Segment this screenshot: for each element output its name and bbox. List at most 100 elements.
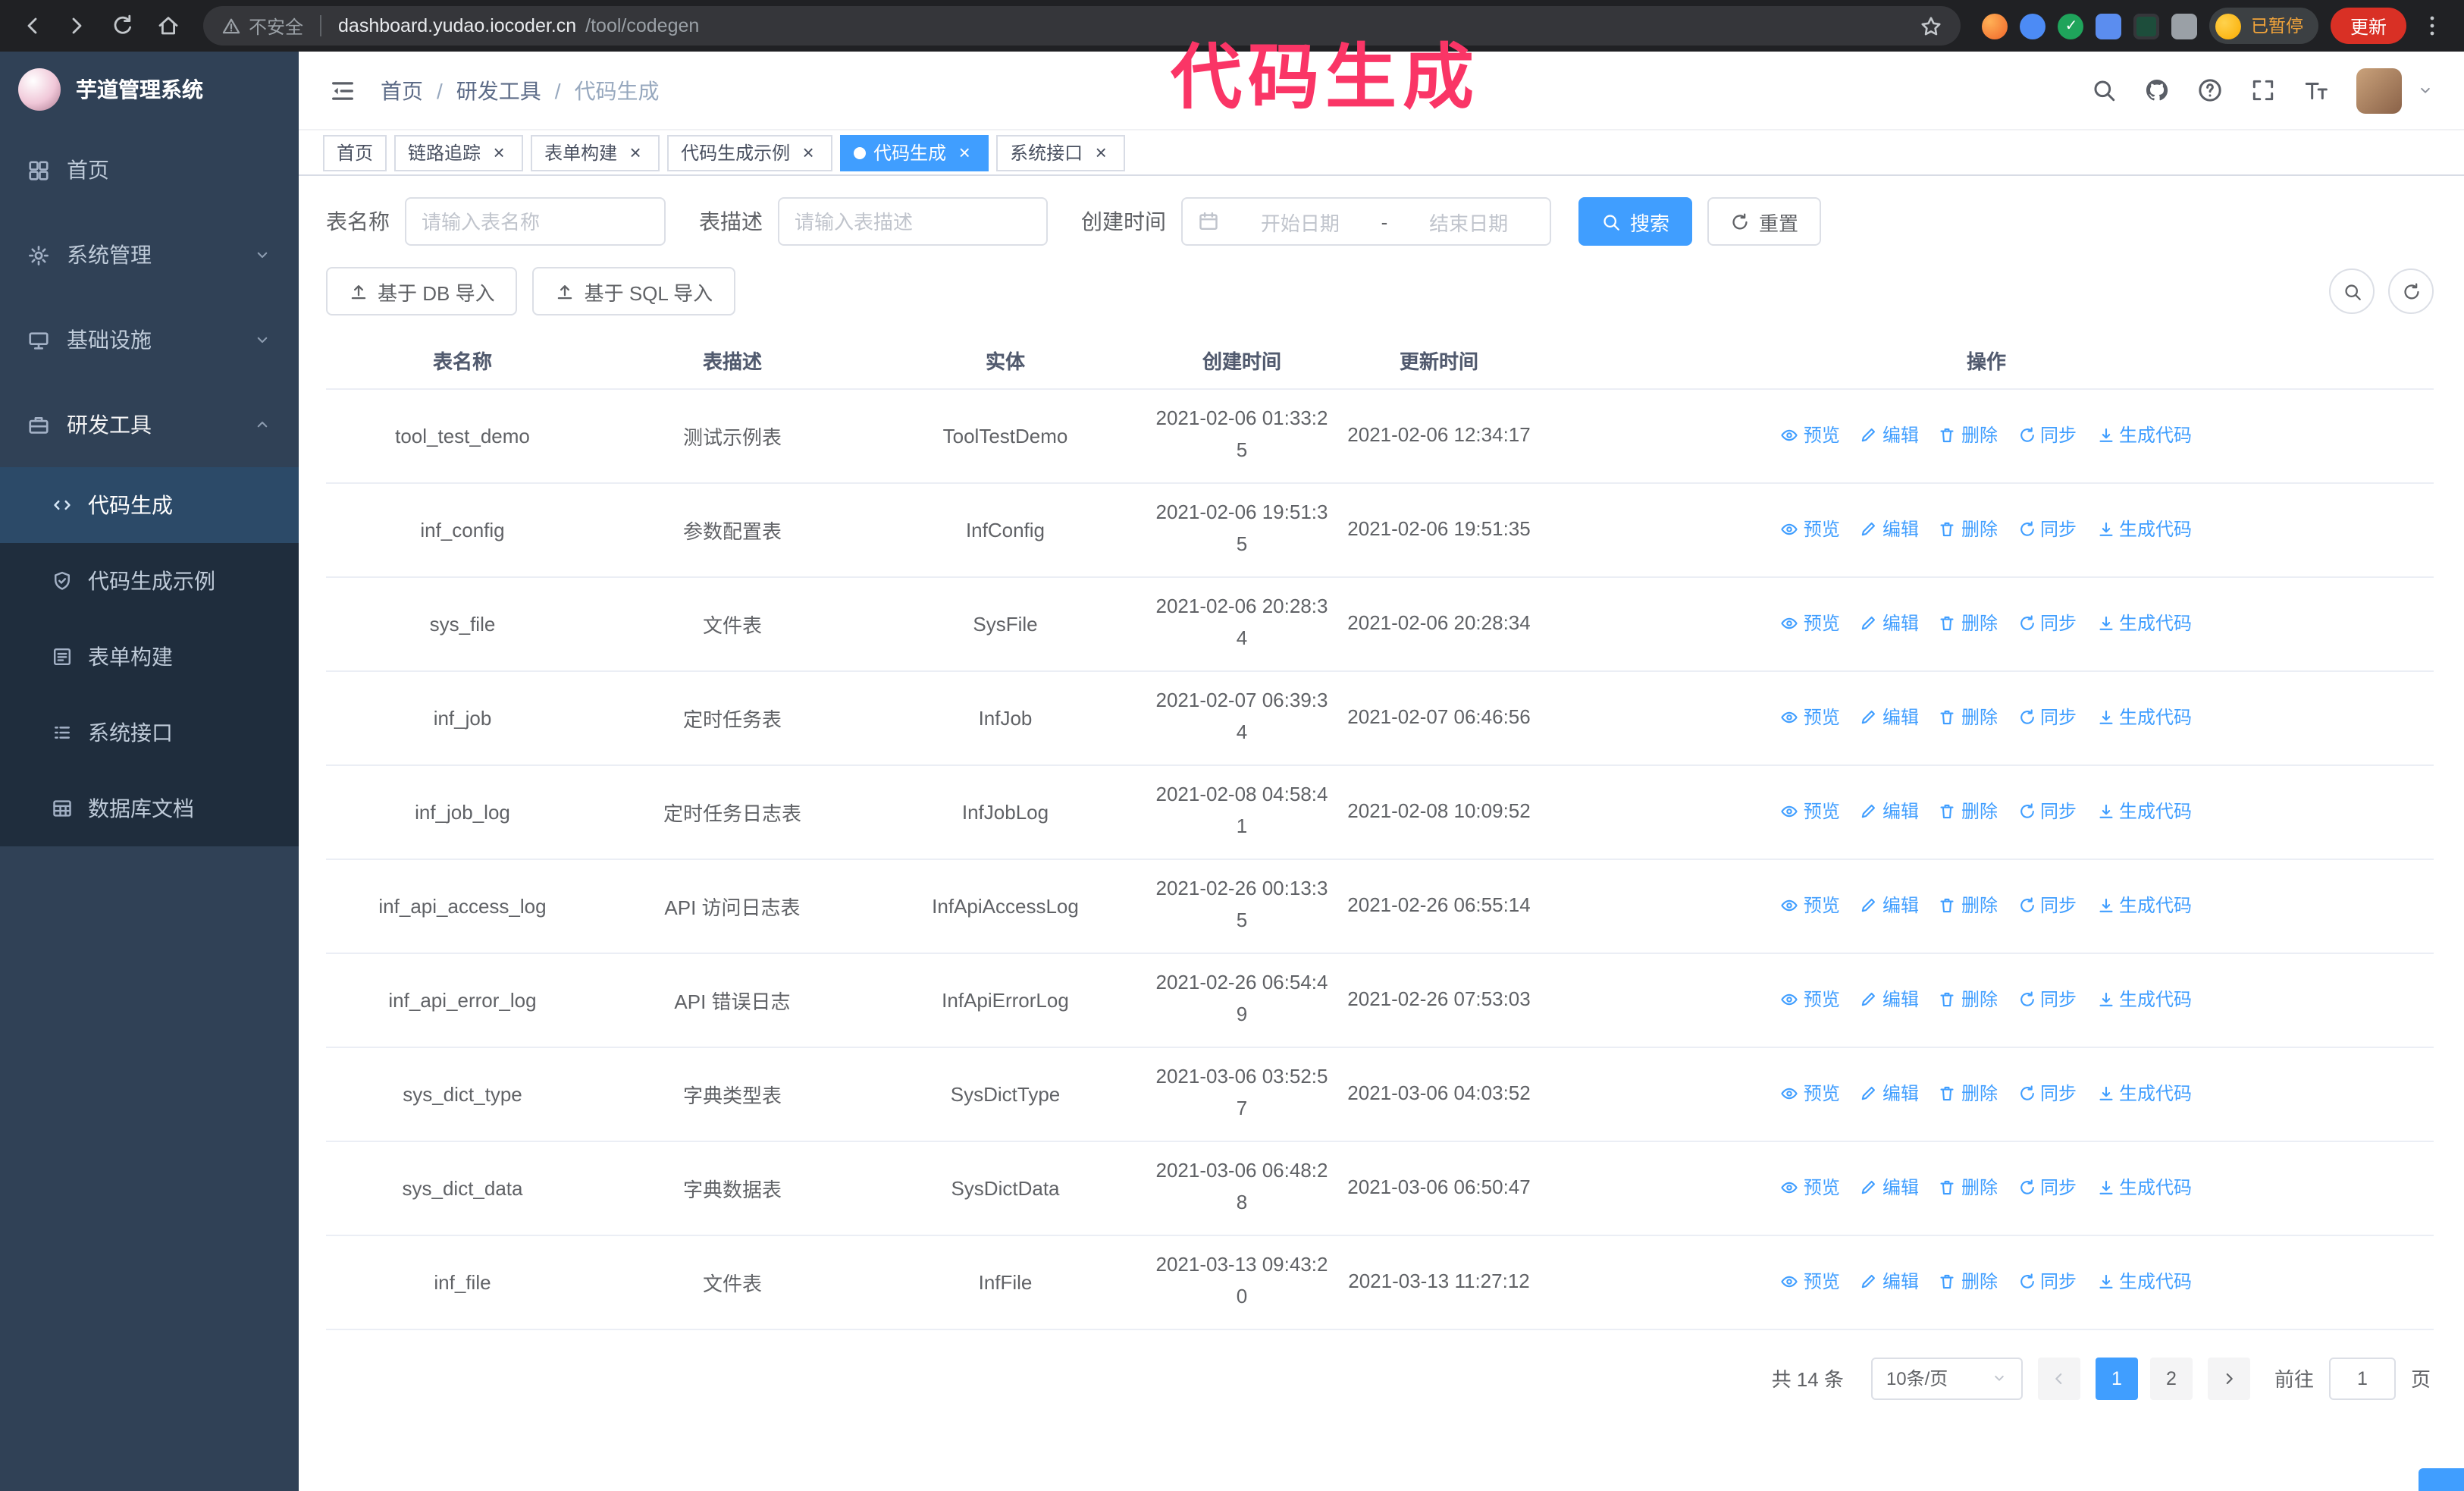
action-preview[interactable]: 预览: [1781, 516, 1840, 542]
action-generate[interactable]: 生成代码: [2096, 705, 2192, 730]
action-preview[interactable]: 预览: [1781, 422, 1840, 448]
close-tab-icon[interactable]: ×: [1090, 142, 1111, 163]
page-button-2[interactable]: 2: [2149, 1357, 2193, 1399]
action-edit[interactable]: 编辑: [1860, 893, 1919, 918]
extension-icon[interactable]: ✓: [2058, 13, 2084, 39]
action-preview[interactable]: 预览: [1781, 705, 1840, 730]
extension-icon[interactable]: [2133, 13, 2160, 39]
close-tab-icon[interactable]: ×: [798, 142, 819, 163]
action-edit[interactable]: 编辑: [1860, 705, 1919, 730]
action-edit[interactable]: 编辑: [1860, 1175, 1919, 1201]
tab-codegen-example[interactable]: 代码生成示例 ×: [667, 134, 833, 171]
action-sync[interactable]: 同步: [2017, 1081, 2077, 1106]
action-generate[interactable]: 生成代码: [2096, 422, 2192, 448]
sidebar-subitem-codegen-example[interactable]: 代码生成示例: [0, 543, 299, 619]
toggle-search-button[interactable]: [2329, 268, 2375, 314]
update-button[interactable]: 更新: [2330, 8, 2406, 44]
bookmark-star-icon[interactable]: [1920, 14, 1943, 37]
action-generate[interactable]: 生成代码: [2096, 611, 2192, 636]
action-generate[interactable]: 生成代码: [2096, 1081, 2192, 1106]
action-preview[interactable]: 预览: [1781, 1269, 1840, 1295]
tab-tracer[interactable]: 链路追踪 ×: [394, 134, 524, 171]
close-tab-icon[interactable]: ×: [625, 142, 646, 163]
import-db-button[interactable]: 基于 DB 导入: [326, 267, 518, 315]
page-button-1[interactable]: 1: [2095, 1357, 2138, 1399]
action-sync[interactable]: 同步: [2017, 987, 2077, 1012]
action-generate[interactable]: 生成代码: [2096, 1175, 2192, 1201]
forward-button[interactable]: [58, 6, 97, 46]
browser-menu-button[interactable]: [2412, 6, 2452, 46]
reset-button[interactable]: 重置: [1707, 197, 1822, 246]
action-generate[interactable]: 生成代码: [2096, 516, 2192, 542]
action-sync[interactable]: 同步: [2017, 1269, 2077, 1295]
prev-page-button[interactable]: [2037, 1357, 2080, 1399]
close-tab-icon[interactable]: ×: [488, 142, 509, 163]
sidebar-item-devtools[interactable]: 研发工具: [0, 382, 299, 467]
action-delete[interactable]: 删除: [1939, 1081, 1998, 1106]
profile-chip[interactable]: 已暂停: [2209, 8, 2318, 44]
github-icon[interactable]: [2144, 77, 2170, 103]
action-edit[interactable]: 编辑: [1860, 987, 1919, 1012]
action-preview[interactable]: 预览: [1781, 1175, 1840, 1201]
table-name-input[interactable]: [405, 197, 666, 246]
action-generate[interactable]: 生成代码: [2096, 987, 2192, 1012]
sidebar-subitem-form-builder[interactable]: 表单构建: [0, 619, 299, 695]
caret-down-icon[interactable]: [2417, 82, 2434, 99]
address-bar[interactable]: 不安全 dashboard.yudao.iocoder.cn/tool/code…: [203, 6, 1961, 46]
back-button[interactable]: [12, 6, 52, 46]
action-generate[interactable]: 生成代码: [2096, 1269, 2192, 1295]
action-sync[interactable]: 同步: [2017, 1175, 2077, 1201]
action-sync[interactable]: 同步: [2017, 422, 2077, 448]
action-delete[interactable]: 删除: [1939, 422, 1998, 448]
extension-icon[interactable]: [2020, 13, 2046, 39]
tab-home[interactable]: 首页: [323, 134, 387, 171]
date-range-picker[interactable]: 开始日期 - 结束日期: [1181, 197, 1551, 246]
action-generate[interactable]: 生成代码: [2096, 893, 2192, 918]
action-delete[interactable]: 删除: [1939, 611, 1998, 636]
action-sync[interactable]: 同步: [2017, 705, 2077, 730]
action-edit[interactable]: 编辑: [1860, 799, 1919, 824]
sidebar-subitem-db-doc[interactable]: 数据库文档: [0, 771, 299, 846]
action-delete[interactable]: 删除: [1939, 799, 1998, 824]
search-icon[interactable]: [2091, 77, 2117, 103]
home-button[interactable]: [149, 6, 188, 46]
help-icon[interactable]: [2197, 77, 2223, 103]
breadcrumb-item-devtools[interactable]: 研发工具: [456, 75, 541, 105]
action-edit[interactable]: 编辑: [1860, 611, 1919, 636]
sidebar-item-home[interactable]: 首页: [0, 127, 299, 212]
tab-api-doc[interactable]: 系统接口 ×: [996, 134, 1126, 171]
sidebar-subitem-api-doc[interactable]: 系统接口: [0, 695, 299, 771]
tab-codegen[interactable]: 代码生成 ×: [840, 134, 989, 171]
security-chip[interactable]: 不安全: [221, 13, 303, 39]
extension-icon[interactable]: [2096, 13, 2122, 39]
next-page-button[interactable]: [2207, 1357, 2250, 1399]
table-desc-input[interactable]: [778, 197, 1048, 246]
corner-widget[interactable]: [2419, 1468, 2464, 1491]
action-sync[interactable]: 同步: [2017, 516, 2077, 542]
fullscreen-icon[interactable]: [2250, 77, 2276, 103]
import-sql-button[interactable]: 基于 SQL 导入: [532, 267, 736, 315]
sidebar-toggle-icon[interactable]: [329, 77, 356, 104]
action-preview[interactable]: 预览: [1781, 611, 1840, 636]
action-edit[interactable]: 编辑: [1860, 1269, 1919, 1295]
action-edit[interactable]: 编辑: [1860, 516, 1919, 542]
action-preview[interactable]: 预览: [1781, 893, 1840, 918]
action-delete[interactable]: 删除: [1939, 1269, 1998, 1295]
refresh-table-button[interactable]: [2388, 268, 2434, 314]
action-preview[interactable]: 预览: [1781, 1081, 1840, 1106]
action-edit[interactable]: 编辑: [1860, 422, 1919, 448]
action-delete[interactable]: 删除: [1939, 1175, 1998, 1201]
page-size-select[interactable]: 10条/页: [1870, 1357, 2023, 1399]
search-button[interactable]: 搜索: [1578, 197, 1693, 246]
goto-page-input[interactable]: [2328, 1357, 2396, 1399]
close-tab-icon[interactable]: ×: [954, 142, 975, 163]
extension-icon[interactable]: [2171, 13, 2198, 39]
action-sync[interactable]: 同步: [2017, 799, 2077, 824]
action-sync[interactable]: 同步: [2017, 893, 2077, 918]
tab-form-builder[interactable]: 表单构建 ×: [531, 134, 660, 171]
reload-button[interactable]: [103, 6, 143, 46]
user-avatar[interactable]: [2356, 67, 2402, 113]
action-edit[interactable]: 编辑: [1860, 1081, 1919, 1106]
sidebar-item-system[interactable]: 系统管理: [0, 212, 299, 297]
action-delete[interactable]: 删除: [1939, 893, 1998, 918]
